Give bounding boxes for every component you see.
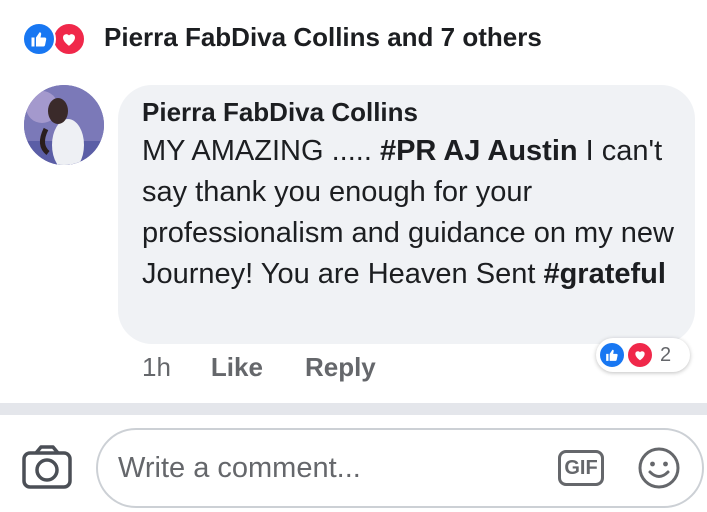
- reaction-count: 2: [660, 344, 672, 366]
- comment-input[interactable]: [118, 430, 538, 506]
- comment-text: MY AMAZING ..... #PR AJ Austin I can't s…: [142, 131, 682, 295]
- comment-author[interactable]: Pierra FabDiva Collins: [142, 97, 418, 128]
- hashtag-link[interactable]: #grateful: [543, 258, 665, 290]
- avatar[interactable]: [24, 85, 104, 165]
- like-button[interactable]: Like: [211, 352, 263, 383]
- reactions-summary[interactable]: [22, 18, 92, 56]
- reaction-icons[interactable]: [22, 18, 92, 56]
- comment-timestamp[interactable]: 1h: [142, 352, 171, 383]
- like-reaction-icon: [22, 22, 56, 56]
- comment-composer: GIF: [96, 428, 704, 508]
- like-reaction-icon: [598, 341, 626, 369]
- reactors-names[interactable]: Pierra FabDiva Collins and 7 others: [104, 18, 542, 56]
- hashtag-link[interactable]: #PR AJ Austin: [380, 135, 578, 167]
- comment-text-segment: MY AMAZING .....: [142, 135, 380, 167]
- emoji-icon[interactable]: [636, 445, 682, 491]
- comment-reactions[interactable]: 2: [596, 338, 690, 372]
- reply-button[interactable]: Reply: [305, 352, 376, 383]
- gif-button[interactable]: GIF: [558, 450, 604, 486]
- section-divider: [0, 403, 707, 415]
- love-reaction-icon: [52, 22, 86, 56]
- love-reaction-icon: [626, 341, 654, 369]
- camera-icon[interactable]: [20, 443, 74, 493]
- comment-actions: 1h Like Reply: [142, 350, 376, 384]
